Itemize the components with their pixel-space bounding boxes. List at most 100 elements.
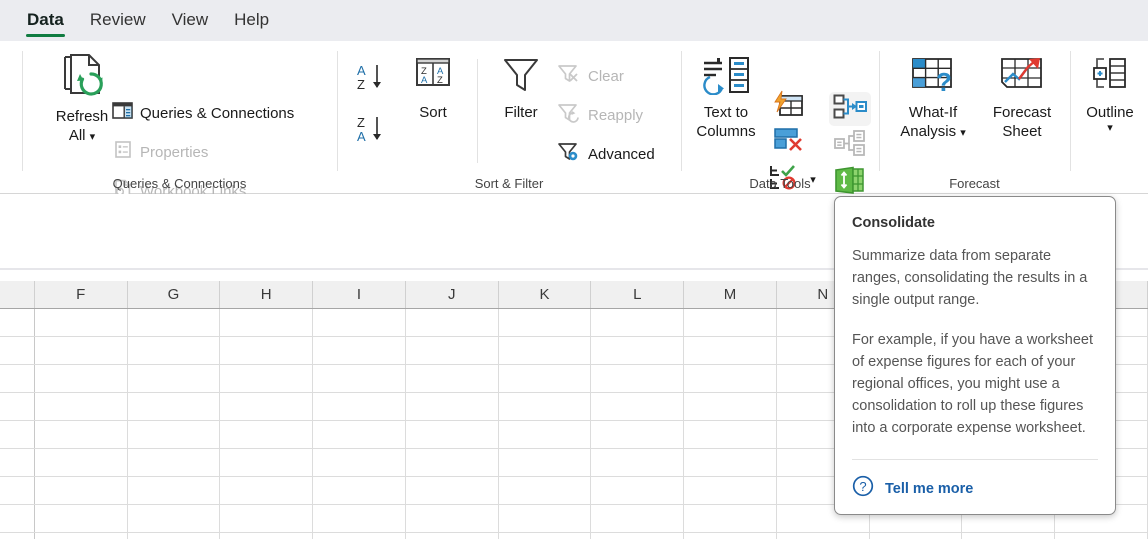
grid-cell[interactable] — [406, 393, 499, 420]
grid-cell[interactable] — [128, 421, 221, 448]
grid-cell[interactable] — [499, 337, 592, 364]
grid-cell[interactable] — [128, 449, 221, 476]
row-header[interactable] — [0, 309, 35, 336]
grid-cell[interactable] — [499, 477, 592, 504]
row-header[interactable] — [0, 449, 35, 476]
grid-cell[interactable] — [684, 365, 777, 392]
chevron-down-icon[interactable]: ▾ — [1107, 123, 1113, 134]
grid-cell[interactable] — [128, 505, 221, 532]
grid-cell[interactable] — [591, 393, 685, 420]
grid-cell[interactable] — [35, 533, 128, 539]
tab-review[interactable]: Review — [77, 6, 159, 36]
grid-cell[interactable] — [220, 477, 314, 504]
grid-cell[interactable] — [128, 309, 221, 336]
tab-help[interactable]: Help — [221, 6, 282, 36]
grid-cell[interactable] — [313, 421, 406, 448]
grid-cell[interactable] — [684, 393, 777, 420]
column-header-g[interactable]: G — [128, 281, 221, 308]
grid-cell[interactable] — [684, 449, 777, 476]
grid-cell[interactable] — [220, 533, 314, 539]
sort-descending-button[interactable]: Z A — [351, 113, 395, 151]
grid-cell[interactable] — [128, 393, 221, 420]
column-header-l[interactable]: L — [591, 281, 685, 308]
grid-cell[interactable] — [35, 505, 128, 532]
forecast-sheet-button[interactable]: Forecast Sheet — [979, 53, 1065, 143]
grid-cell[interactable] — [406, 533, 499, 539]
grid-cell[interactable] — [499, 365, 592, 392]
grid-cell[interactable] — [684, 309, 777, 336]
queries-and-connections-button[interactable]: Queries & Connections — [108, 99, 298, 127]
grid-cell[interactable] — [313, 393, 406, 420]
grid-cell[interactable] — [870, 533, 963, 539]
grid-cell[interactable] — [591, 309, 685, 336]
row-header[interactable] — [0, 421, 35, 448]
grid-cell[interactable] — [591, 365, 685, 392]
grid-cell[interactable] — [220, 337, 314, 364]
grid-cell[interactable] — [35, 449, 128, 476]
column-header-h[interactable]: H — [220, 281, 314, 308]
row-header[interactable] — [0, 505, 35, 532]
sort-button[interactable]: Z A A Z Sort — [401, 53, 465, 124]
chevron-down-icon[interactable]: ▾ — [960, 127, 966, 139]
grid-cell[interactable] — [220, 505, 314, 532]
grid-cell[interactable] — [777, 533, 870, 539]
grid-cell[interactable] — [591, 449, 685, 476]
grid-cell[interactable] — [35, 337, 128, 364]
grid-cell[interactable] — [684, 337, 777, 364]
remove-duplicates-button[interactable] — [770, 126, 806, 158]
grid-cell[interactable] — [684, 477, 777, 504]
grid-cell[interactable] — [128, 365, 221, 392]
grid-cell[interactable] — [591, 477, 685, 504]
grid-cell[interactable] — [406, 421, 499, 448]
filter-button[interactable]: Filter — [489, 53, 553, 124]
grid-cell[interactable] — [406, 365, 499, 392]
consolidate-button[interactable] — [829, 92, 871, 126]
grid-cell[interactable] — [313, 365, 406, 392]
grid-cell[interactable] — [35, 421, 128, 448]
grid-cell[interactable] — [962, 533, 1056, 539]
column-header-j[interactable]: J — [406, 281, 499, 308]
grid-cell[interactable] — [684, 421, 777, 448]
grid-cell[interactable] — [35, 365, 128, 392]
grid-cell[interactable] — [591, 421, 685, 448]
tell-me-more-link[interactable]: ? Tell me more — [852, 475, 973, 502]
tab-view[interactable]: View — [159, 6, 222, 36]
grid-cell[interactable] — [406, 449, 499, 476]
what-if-analysis-button[interactable]: ? What-If Analysis ▾ — [889, 53, 977, 143]
row-header[interactable] — [0, 477, 35, 504]
grid-cell[interactable] — [499, 449, 592, 476]
grid-row[interactable] — [0, 533, 1148, 539]
text-to-columns-button[interactable]: Text to Columns — [687, 53, 765, 143]
grid-cell[interactable] — [313, 309, 406, 336]
grid-cell[interactable] — [220, 421, 314, 448]
corner-select-all[interactable] — [0, 281, 35, 308]
column-header-f[interactable]: F — [35, 281, 128, 308]
sort-ascending-button[interactable]: A Z — [351, 61, 395, 99]
grid-cell[interactable] — [499, 309, 592, 336]
column-header-i[interactable]: I — [313, 281, 406, 308]
grid-cell[interactable] — [499, 421, 592, 448]
column-header-m[interactable]: M — [684, 281, 777, 308]
grid-cell[interactable] — [313, 449, 406, 476]
grid-cell[interactable] — [499, 393, 592, 420]
grid-cell[interactable] — [313, 337, 406, 364]
outline-button[interactable]: Outline ▾ — [1074, 53, 1146, 134]
grid-cell[interactable] — [499, 505, 592, 532]
column-header-k[interactable]: K — [499, 281, 592, 308]
grid-cell[interactable] — [313, 477, 406, 504]
grid-cell[interactable] — [128, 337, 221, 364]
row-header[interactable] — [0, 337, 35, 364]
row-header[interactable] — [0, 365, 35, 392]
grid-cell[interactable] — [313, 533, 406, 539]
grid-cell[interactable] — [35, 393, 128, 420]
chevron-down-icon[interactable]: ▾ — [90, 131, 96, 143]
grid-cell[interactable] — [406, 505, 499, 532]
grid-cell[interactable] — [406, 477, 499, 504]
grid-cell[interactable] — [35, 309, 128, 336]
grid-cell[interactable] — [220, 449, 314, 476]
grid-cell[interactable] — [591, 505, 685, 532]
grid-cell[interactable] — [499, 533, 592, 539]
grid-cell[interactable] — [591, 533, 685, 539]
grid-cell[interactable] — [684, 533, 777, 539]
grid-cell[interactable] — [220, 309, 314, 336]
